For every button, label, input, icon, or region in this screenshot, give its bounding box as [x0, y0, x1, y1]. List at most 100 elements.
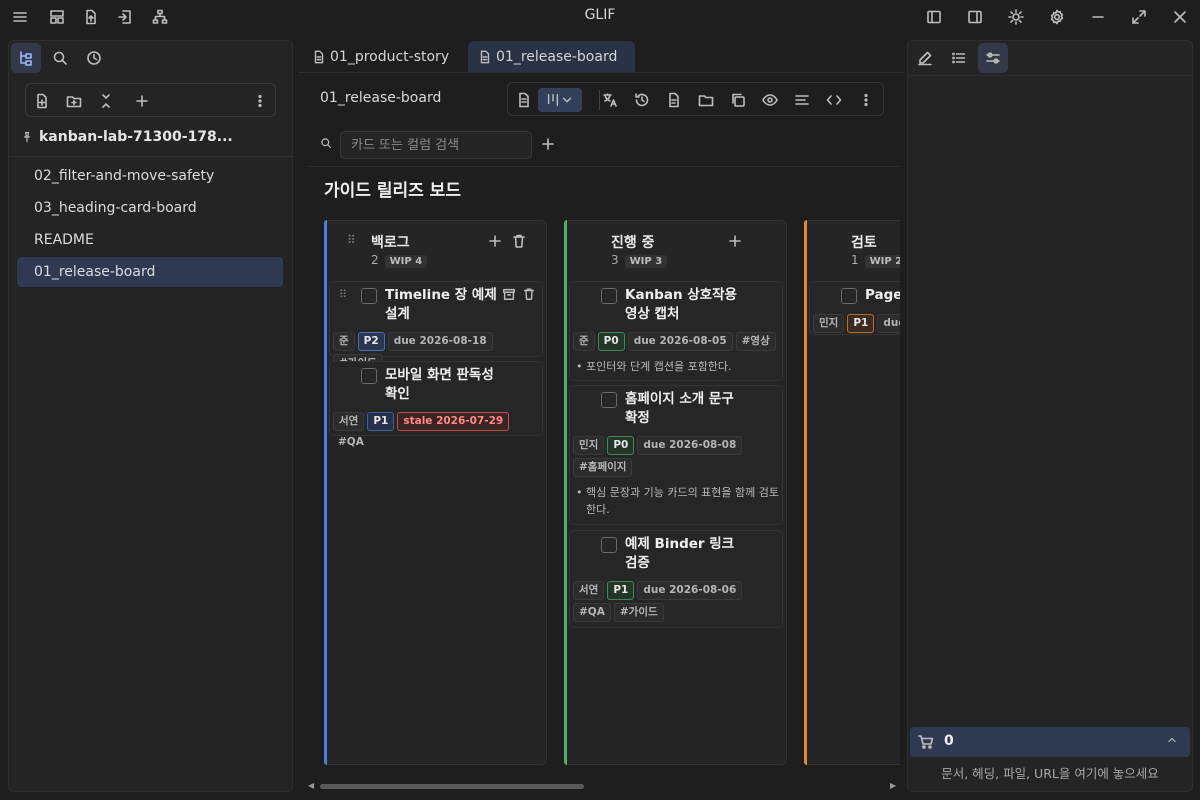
translate-icon[interactable] — [598, 88, 622, 112]
delete-card-icon[interactable] — [522, 287, 536, 301]
chevron-up-icon[interactable] — [1166, 734, 1178, 746]
divider — [908, 75, 1192, 76]
assignee-tag[interactable]: 민지 — [813, 314, 845, 333]
toggle-left-sidebar-icon[interactable] — [922, 5, 946, 29]
archive-icon[interactable] — [502, 287, 516, 301]
tab-product-story[interactable]: 01_product-story — [302, 41, 459, 72]
kanban-card[interactable]: 홈페이지 소개 문구 확정 민지 P0 due 2026-08-08 #홈페이지… — [569, 385, 783, 525]
hashtag[interactable]: #영상 — [735, 332, 776, 351]
card-checkbox[interactable] — [841, 288, 857, 304]
add-card-icon[interactable] — [725, 231, 745, 251]
recent-clock-icon[interactable] — [79, 43, 109, 73]
card-checkbox[interactable] — [601, 392, 617, 408]
open-folder-icon[interactable] — [694, 88, 718, 112]
document-view-icon[interactable] — [512, 88, 536, 112]
card-checkbox[interactable] — [361, 368, 377, 384]
assignee-tag[interactable]: 준 — [573, 332, 595, 351]
hashtag[interactable]: #QA — [333, 434, 369, 453]
copy-icon[interactable] — [726, 88, 750, 112]
new-file-icon[interactable] — [31, 90, 53, 112]
assignee-tag[interactable]: 서연 — [333, 412, 365, 431]
hashtag[interactable]: #가이드 — [613, 603, 664, 622]
add-column-icon[interactable] — [540, 136, 556, 152]
search-tab-icon[interactable] — [45, 43, 75, 73]
column-title[interactable]: 진행 중 — [611, 232, 655, 252]
outline-list-icon[interactable] — [944, 43, 974, 73]
priority-tag[interactable]: P0 — [597, 332, 625, 351]
export-file-icon[interactable] — [79, 5, 103, 29]
preview-eye-icon[interactable] — [758, 88, 782, 112]
code-icon[interactable] — [822, 88, 846, 112]
properties-sliders-icon[interactable] — [978, 43, 1008, 73]
stale-tag[interactable]: stale 2026-07-29 — [397, 412, 510, 431]
card-checkbox[interactable] — [601, 537, 617, 553]
scroll-right-icon[interactable]: ▶ — [890, 781, 896, 790]
priority-tag[interactable]: P1 — [847, 314, 875, 333]
new-folder-icon[interactable] — [63, 90, 85, 112]
maximize-icon[interactable] — [1127, 5, 1151, 29]
due-tag[interactable]: due — [877, 314, 900, 333]
assignee-tag[interactable]: 준 — [333, 332, 355, 351]
import-icon[interactable] — [113, 5, 137, 29]
scrollbar-thumb[interactable] — [320, 784, 584, 789]
assignee-tag[interactable]: 민지 — [573, 436, 605, 455]
file-item[interactable]: README — [17, 225, 283, 255]
card-checkbox[interactable] — [361, 288, 377, 304]
search-input[interactable] — [340, 131, 532, 159]
settings-gear-icon[interactable] — [1045, 5, 1069, 29]
document-icon — [312, 50, 326, 64]
add-icon[interactable] — [131, 90, 153, 112]
vault-name[interactable]: kanban-lab-71300-178... — [21, 129, 281, 145]
hashtag[interactable]: #홈페이지 — [573, 458, 633, 477]
due-tag[interactable]: due 2026-08-05 — [627, 332, 733, 351]
horizontal-scrollbar[interactable]: ◀ ▶ — [308, 781, 898, 791]
align-text-icon[interactable] — [790, 88, 814, 112]
collapse-all-icon[interactable] — [95, 90, 117, 112]
close-icon[interactable] — [1168, 5, 1192, 29]
menu-icon[interactable] — [8, 5, 32, 29]
priority-tag[interactable]: P1 — [367, 412, 395, 431]
minimize-icon[interactable] — [1086, 5, 1110, 29]
delete-column-icon[interactable] — [509, 231, 529, 251]
kanban-card[interactable]: Kanban 상호작용 영상 캡처 준 P0 due 2026-08-05 #영… — [569, 281, 783, 381]
due-tag[interactable]: due 2026-08-08 — [637, 436, 743, 455]
cart-bar[interactable]: 0 — [910, 727, 1190, 757]
edit-icon[interactable] — [910, 43, 940, 73]
priority-tag[interactable]: P2 — [357, 332, 385, 351]
scroll-left-icon[interactable]: ◀ — [308, 781, 314, 790]
layout-icon[interactable] — [45, 5, 69, 29]
add-card-icon[interactable] — [485, 231, 505, 251]
card-note: 포인터와 단계 캡션을 포함한다. — [576, 358, 782, 375]
kanban-card[interactable]: 예제 Binder 링크 검증 서연 P1 due 2026-08-06 #QA… — [569, 530, 783, 628]
due-tag[interactable]: due 2026-08-18 — [387, 332, 493, 351]
drop-hint: 문서, 헤딩, 파일, URL을 여기에 놓으세요 — [941, 766, 1159, 781]
drag-handle-icon[interactable]: ⠿ — [347, 232, 359, 248]
drag-handle-icon[interactable]: ⠿ — [339, 288, 347, 301]
file-tree-tab-icon[interactable] — [11, 43, 41, 73]
file-item[interactable]: 02_filter-and-move-safety — [17, 161, 283, 191]
assignee-tag[interactable]: 서연 — [573, 581, 605, 600]
kanban-view-icon[interactable] — [538, 88, 582, 112]
file-text-icon[interactable] — [662, 88, 686, 112]
hashtag[interactable]: #QA — [573, 603, 611, 622]
file-item-active[interactable]: 01_release-board — [17, 257, 283, 287]
kanban-card[interactable]: 모바일 화면 판독성 확인 서연 P1 stale 2026-07-29 #QA — [329, 361, 543, 448]
history-icon[interactable] — [630, 88, 654, 112]
priority-tag[interactable]: P1 — [607, 581, 635, 600]
column-title[interactable]: 검토 — [851, 232, 877, 252]
kanban-card[interactable]: Page 민지 P1 due — [809, 281, 900, 335]
right-sidebar: 0 문서, 헤딩, 파일, URL을 여기에 놓으세요 — [907, 40, 1193, 792]
theme-sun-icon[interactable] — [1004, 5, 1028, 29]
more-options-icon[interactable] — [249, 90, 271, 112]
card-checkbox[interactable] — [601, 288, 617, 304]
column-title[interactable]: 백로그 — [371, 232, 410, 252]
kanban-card[interactable]: ⠿ Timeline 장 예제 설계 준 P2 due 2026-08-18 #… — [329, 281, 543, 373]
sitemap-icon[interactable] — [148, 5, 172, 29]
editor-area: 01_product-story 01_release-board 01_rel… — [298, 40, 904, 792]
tab-release-board[interactable]: 01_release-board — [468, 41, 635, 72]
toggle-right-sidebar-icon[interactable] — [963, 5, 987, 29]
due-tag[interactable]: due 2026-08-06 — [637, 581, 743, 600]
more-options-icon[interactable] — [854, 88, 878, 112]
file-item[interactable]: 03_heading-card-board — [17, 193, 283, 223]
priority-tag[interactable]: P0 — [607, 436, 635, 455]
